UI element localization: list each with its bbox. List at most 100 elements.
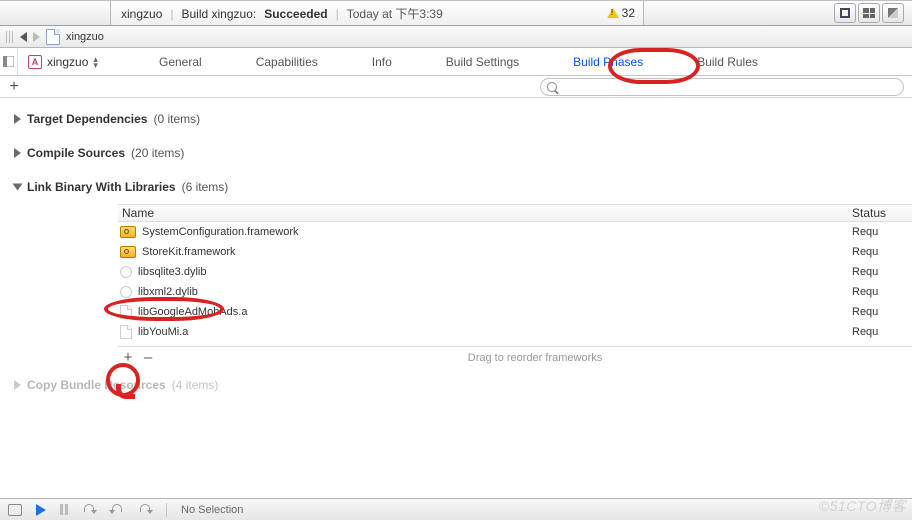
pause-icon <box>60 504 68 515</box>
warning-icon <box>607 8 619 18</box>
jump-bar: xingzuo <box>0 26 912 48</box>
phase-title: Target Dependencies <box>27 112 147 126</box>
table-row[interactable]: StoreKit.frameworkRequ <box>118 242 912 262</box>
phase-title: Link Binary With Libraries <box>27 180 176 194</box>
library-name: StoreKit.framework <box>142 246 852 258</box>
nav-back-button[interactable] <box>20 32 27 42</box>
library-name: libxml2.dylib <box>138 286 852 298</box>
tab-build-settings[interactable]: Build Settings <box>444 51 521 73</box>
hide-debug-area-button[interactable] <box>8 504 22 516</box>
step-into-button[interactable] <box>110 504 124 516</box>
column-name[interactable]: Name <box>118 206 852 220</box>
target-selector[interactable]: xingzuo ▴▾ <box>18 48 105 75</box>
related-items-icon[interactable] <box>6 31 14 43</box>
afile-icon <box>120 325 132 339</box>
column-status[interactable]: Status <box>852 206 912 220</box>
diagonal-icon <box>888 8 898 18</box>
disclosure-triangle-icon <box>13 184 23 191</box>
project-file-icon <box>46 29 60 45</box>
nav-forward-button[interactable] <box>33 32 40 42</box>
tab-general[interactable]: General <box>157 51 204 73</box>
watermark: ©51CTO博客 <box>819 496 906 516</box>
disclosure-triangle-icon <box>14 114 21 124</box>
tab-build-phases[interactable]: Build Phases <box>571 51 645 73</box>
tab-build-rules[interactable]: Build Rules <box>695 51 760 73</box>
phase-count: (20 items) <box>131 146 184 160</box>
library-status[interactable]: Requ <box>852 326 912 338</box>
phases-toolbar: + <box>0 76 912 98</box>
table-row[interactable]: libxml2.dylibRequ <box>118 282 912 302</box>
framework-icon <box>120 226 136 238</box>
warning-count: 32 <box>622 6 635 20</box>
table-row[interactable]: SystemConfiguration.frameworkRequ <box>118 222 912 242</box>
version-editor-button[interactable] <box>882 3 904 23</box>
footer-hint: Drag to reorder frameworks <box>158 352 912 364</box>
phase-count: (4 items) <box>172 378 219 392</box>
phase-count: (0 items) <box>153 112 200 126</box>
phase-link-binary[interactable]: Link Binary With Libraries (6 items) <box>0 170 912 204</box>
xcode-status-bar: xingzuo | Build xingzuo: Succeeded | Tod… <box>0 0 912 26</box>
link-libraries-table: Name Status SystemConfiguration.framewor… <box>118 204 912 342</box>
activity-viewer: xingzuo | Build xingzuo: Succeeded | Tod… <box>110 1 644 25</box>
library-name: libYouMi.a <box>138 326 852 338</box>
search-icon <box>547 82 557 92</box>
link-libraries-footer: + – Drag to reorder frameworks <box>118 346 912 368</box>
target-editor-bar: xingzuo ▴▾ General Capabilities Info Bui… <box>0 48 912 76</box>
table-row[interactable]: libsqlite3.dylibRequ <box>118 262 912 282</box>
build-result: Succeeded <box>264 7 327 21</box>
phase-copy-bundle-resources[interactable]: Copy Bundle Resources (4 items) <box>0 368 912 402</box>
updown-icon: ▴▾ <box>93 56 95 68</box>
add-build-phase-button[interactable]: + <box>6 79 22 95</box>
library-status[interactable]: Requ <box>852 226 912 238</box>
phase-search <box>540 78 904 96</box>
assistant-editor-button[interactable] <box>858 3 880 23</box>
search-input[interactable] <box>561 80 897 94</box>
continue-button[interactable] <box>36 504 46 516</box>
table-row[interactable]: libGoogleAdMobAds.aRequ <box>118 302 912 322</box>
phase-title: Copy Bundle Resources <box>27 378 166 392</box>
library-name: libsqlite3.dylib <box>138 266 852 278</box>
dylib-icon <box>120 266 132 278</box>
targets-list-toggle[interactable] <box>0 48 18 75</box>
framework-icon <box>120 246 136 258</box>
step-over-button[interactable] <box>82 504 96 516</box>
library-status[interactable]: Requ <box>852 286 912 298</box>
editor-mode-toolbar <box>834 3 904 23</box>
library-name: SystemConfiguration.framework <box>142 226 852 238</box>
debug-selection: No Selection <box>181 504 243 516</box>
disclosure-triangle-icon <box>14 380 21 390</box>
separator: | <box>336 7 339 21</box>
square-icon <box>840 8 850 18</box>
panes-icon <box>863 8 875 18</box>
warning-badge[interactable]: 32 <box>607 6 635 20</box>
build-prefix: Build xingzuo: <box>182 7 257 21</box>
library-name: libGoogleAdMobAds.a <box>138 306 852 318</box>
dylib-icon <box>120 286 132 298</box>
jump-bar-path[interactable]: xingzuo <box>66 31 104 43</box>
add-library-button[interactable]: + <box>118 349 138 366</box>
table-header: Name Status <box>118 204 912 222</box>
target-name: xingzuo <box>47 55 88 69</box>
library-status[interactable]: Requ <box>852 266 912 278</box>
editor-tabs: General Capabilities Info Build Settings… <box>105 51 912 73</box>
remove-library-button[interactable]: – <box>138 349 158 366</box>
separator <box>166 503 167 517</box>
build-phases-list: Target Dependencies (0 items) Compile So… <box>0 98 912 498</box>
build-time: Today at 下午3:39 <box>347 5 443 22</box>
disclosure-triangle-icon <box>14 148 21 158</box>
standard-editor-button[interactable] <box>834 3 856 23</box>
phase-target-dependencies[interactable]: Target Dependencies (0 items) <box>0 102 912 136</box>
scheme-name: xingzuo <box>121 7 162 21</box>
phase-title: Compile Sources <box>27 146 125 160</box>
debug-bar: No Selection <box>0 498 912 520</box>
table-row[interactable]: libYouMi.aRequ <box>118 322 912 342</box>
app-icon <box>28 55 42 69</box>
library-status[interactable]: Requ <box>852 306 912 318</box>
phase-count: (6 items) <box>182 180 229 194</box>
separator: | <box>170 7 173 21</box>
step-out-button[interactable] <box>138 504 152 516</box>
library-status[interactable]: Requ <box>852 246 912 258</box>
tab-capabilities[interactable]: Capabilities <box>254 51 320 73</box>
tab-info[interactable]: Info <box>370 51 394 73</box>
phase-compile-sources[interactable]: Compile Sources (20 items) <box>0 136 912 170</box>
